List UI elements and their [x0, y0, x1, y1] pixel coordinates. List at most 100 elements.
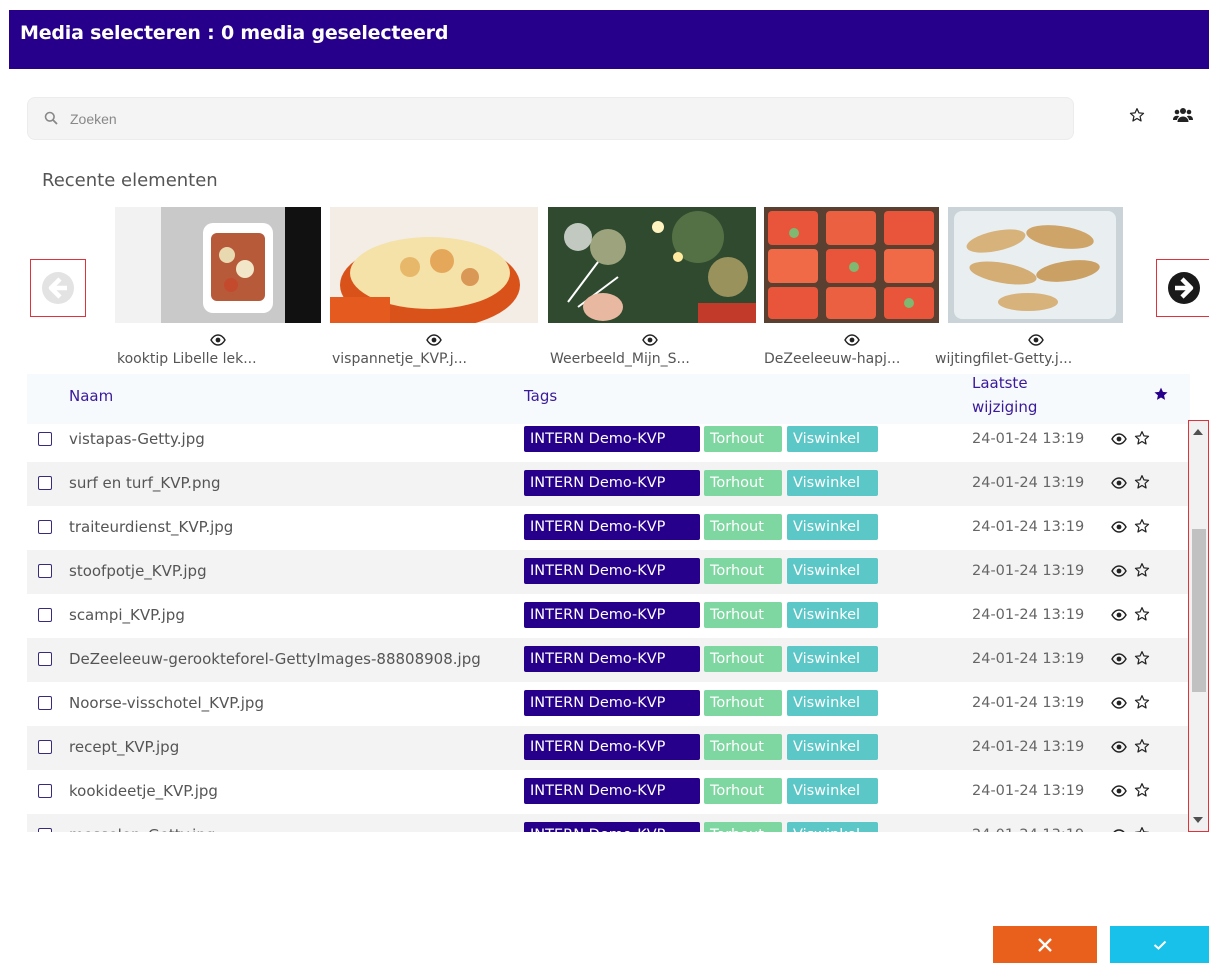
row-checkbox[interactable]: [38, 520, 52, 534]
search-icon: [44, 111, 58, 125]
thumbnail-image: [548, 207, 756, 323]
tag-viswinkel: Viswinkel: [787, 778, 878, 804]
tag-viswinkel: Viswinkel: [787, 822, 878, 832]
star-filled-icon[interactable]: [1153, 386, 1169, 402]
tag-viswinkel: Viswinkel: [787, 426, 878, 452]
row-modified-date: 24-01-24 13:19: [972, 783, 1085, 799]
star-outline-icon[interactable]: [1134, 562, 1150, 578]
table-row[interactable]: recept_KVP.jpg INTERN Demo-KVP Torhout Visw…: [27, 726, 1190, 770]
table-row[interactable]: DeZeeleeuw-gerookteforel-GettyImages-888…: [27, 638, 1190, 682]
row-filename: recept_KVP.jpg: [69, 738, 180, 756]
scroll-down-arrow-icon[interactable]: [1193, 817, 1203, 823]
row-checkbox[interactable]: [38, 608, 52, 622]
tag-intern: INTERN Demo-KVP: [524, 426, 700, 452]
row-filename: vistapas-Getty.jpg: [69, 430, 205, 448]
table-row[interactable]: stoofpotje_KVP.jpg INTERN Demo-KVP Torhout…: [27, 550, 1190, 594]
star-outline-icon[interactable]: [1134, 606, 1150, 622]
row-checkbox[interactable]: [38, 652, 52, 666]
eye-icon[interactable]: [1111, 741, 1127, 753]
row-filename: mosselen_Getty.jpg: [69, 826, 524, 832]
row-modified-date: 24-01-24 13:19: [972, 695, 1085, 711]
row-modified-date: 24-01-24 13:19: [972, 475, 1085, 491]
tag-torhout: Torhout: [704, 602, 782, 628]
carousel-prev-button[interactable]: [30, 259, 86, 317]
tag-intern: INTERN Demo-KVP: [524, 646, 700, 672]
column-header-modified-line1[interactable]: Laatste: [972, 374, 1028, 392]
star-outline-icon[interactable]: [1134, 474, 1150, 490]
star-outline-icon[interactable]: [1134, 738, 1150, 754]
star-outline-icon[interactable]: [1134, 782, 1150, 798]
tag-torhout: Torhout: [704, 734, 782, 760]
table-row[interactable]: traiteurdienst_KVP.jpg INTERN Demo-KVP Tor…: [27, 506, 1190, 550]
eye-icon[interactable]: [844, 334, 860, 346]
tag-viswinkel: Viswinkel: [787, 470, 878, 496]
row-checkbox[interactable]: [38, 564, 52, 578]
tag-torhout: Torhout: [704, 470, 782, 496]
thumbnail-image: [764, 207, 939, 323]
scroll-thumb[interactable]: [1192, 529, 1206, 692]
eye-icon[interactable]: [1111, 697, 1127, 709]
tag-torhout: Torhout: [704, 646, 782, 672]
arrow-left-circle-icon: [42, 272, 74, 304]
confirm-button[interactable]: [1110, 926, 1209, 963]
eye-icon[interactable]: [1111, 565, 1127, 577]
eye-icon[interactable]: [426, 334, 442, 346]
tag-intern: INTERN Demo-KVP: [524, 690, 700, 716]
thumbnail-image: [330, 207, 538, 323]
carousel-next-button[interactable]: [1156, 259, 1209, 317]
star-outline-icon[interactable]: [1134, 430, 1150, 446]
scroll-up-arrow-icon[interactable]: [1193, 429, 1203, 435]
recent-item-label: kooktip Libelle lek...: [117, 351, 257, 367]
table-row[interactable]: Noorse-visschotel_KVP.jpg INTERN Demo-KVP…: [27, 682, 1190, 726]
row-checkbox[interactable]: [38, 740, 52, 754]
eye-icon[interactable]: [1111, 653, 1127, 665]
column-header-tags[interactable]: Tags: [524, 387, 557, 405]
recent-section-title: Recente elementen: [42, 170, 218, 191]
row-checkbox[interactable]: [38, 696, 52, 710]
row-filename: stoofpotje_KVP.jpg: [69, 562, 207, 580]
table-row[interactable]: vistapas-Getty.jpg INTERN Demo-KVP Torhout…: [27, 418, 1190, 462]
eye-icon[interactable]: [1111, 477, 1127, 489]
column-header-name[interactable]: Naam: [69, 387, 113, 405]
row-modified-date: 24-01-24 13:19: [972, 431, 1085, 447]
tag-intern: INTERN Demo-KVP: [524, 822, 700, 832]
row-checkbox[interactable]: [38, 432, 52, 446]
star-outline-icon[interactable]: [1134, 650, 1150, 666]
table-row[interactable]: mosselen_Getty.jpgINTERN Demo-KVP Torhout…: [27, 814, 1190, 832]
eye-icon[interactable]: [1111, 521, 1127, 533]
star-outline-icon[interactable]: [1134, 826, 1150, 832]
eye-icon[interactable]: [1111, 785, 1127, 797]
table-scrollbar[interactable]: [1188, 420, 1209, 832]
favorites-filter-button[interactable]: [1123, 103, 1151, 127]
search-box[interactable]: [27, 97, 1074, 140]
eye-icon[interactable]: [642, 334, 658, 346]
search-input[interactable]: [70, 98, 1060, 139]
row-checkbox[interactable]: [38, 828, 52, 832]
shared-filter-button[interactable]: [1169, 103, 1197, 127]
table-row[interactable]: kookideetje_KVP.jpg INTERN Demo-KVP Torhou…: [27, 770, 1190, 814]
star-outline-icon[interactable]: [1134, 518, 1150, 534]
tag-viswinkel: Viswinkel: [787, 514, 878, 540]
dialog-title: Media selecteren : 0 media geselecteerd: [20, 22, 449, 44]
check-icon: [1153, 940, 1166, 950]
row-checkbox[interactable]: [38, 476, 52, 490]
row-checkbox[interactable]: [38, 784, 52, 798]
eye-icon[interactable]: [1111, 829, 1127, 832]
column-header-modified-line2[interactable]: wijziging: [972, 398, 1037, 416]
thumbnail-image: [115, 207, 321, 323]
star-outline-icon[interactable]: [1134, 694, 1150, 710]
table-row[interactable]: scampi_KVP.jpg INTERN Demo-KVP Torhout Visw…: [27, 594, 1190, 638]
eye-icon[interactable]: [1111, 609, 1127, 621]
tag-torhout: Torhout: [704, 778, 782, 804]
eye-icon[interactable]: [1111, 433, 1127, 445]
tag-viswinkel: Viswinkel: [787, 646, 878, 672]
table-row[interactable]: surf en turf_KVP.png INTERN Demo-KVP Torho…: [27, 462, 1190, 506]
close-icon: [1038, 937, 1052, 952]
tag-intern: INTERN Demo-KVP: [524, 778, 700, 804]
cancel-button[interactable]: [993, 926, 1097, 963]
users-icon: [1173, 108, 1193, 122]
eye-icon[interactable]: [210, 334, 226, 346]
row-filename: traiteurdienst_KVP.jpg: [69, 518, 234, 536]
eye-icon[interactable]: [1028, 334, 1044, 346]
media-table-body[interactable]: vistapas-Getty.jpg INTERN Demo-KVP Torhout…: [27, 418, 1190, 832]
